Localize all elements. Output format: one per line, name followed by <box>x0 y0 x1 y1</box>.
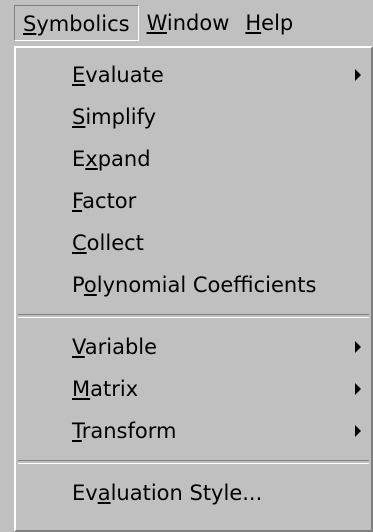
menu-item-expand-pre: E <box>72 147 86 171</box>
menu-item-matrix-accel: M <box>72 377 91 401</box>
menu-item-transform[interactable]: Transform <box>16 410 371 452</box>
menu-group-submenus: Variable Matrix Transform <box>16 326 371 452</box>
menu-item-simplify-rest: implify <box>85 105 157 129</box>
menu-separator <box>18 460 369 464</box>
menu-help-accel: H <box>245 11 262 35</box>
menu-item-matrix[interactable]: Matrix <box>16 368 371 410</box>
menu-separator <box>18 314 369 318</box>
menu-item-factor-rest: actor <box>82 189 137 213</box>
menu-item-collect-accel: C <box>72 231 87 255</box>
menu-window-accel: W <box>146 11 167 35</box>
menu-group-settings: Evaluation Style... <box>16 472 371 514</box>
menu-item-polynomial-coefficients-rest: lynomial Coefficients <box>96 273 317 297</box>
menu-item-factor[interactable]: Factor <box>16 180 371 222</box>
menu-window[interactable]: Window <box>139 5 238 41</box>
menu-item-evaluation-style-accel: a <box>97 481 111 505</box>
menu-item-simplify[interactable]: Simplify <box>16 96 371 138</box>
menu-item-expand[interactable]: Expand <box>16 138 371 180</box>
submenu-arrow-icon <box>355 425 361 437</box>
menu-item-variable-accel: V <box>72 335 85 359</box>
menu-item-evaluation-style-pre: Ev <box>72 481 98 505</box>
submenu-arrow-icon <box>355 383 361 395</box>
menu-symbolics-accel: S <box>23 12 37 36</box>
menu-symbolics[interactable]: Symbolics <box>14 5 139 41</box>
menu-help-rest: elp <box>261 11 294 35</box>
menu-item-expand-accel: x <box>85 147 98 171</box>
menu-item-expand-rest: pand <box>97 147 151 171</box>
submenu-arrow-icon <box>355 69 361 81</box>
menu-item-variable-rest: ariable <box>84 335 158 359</box>
menu-item-matrix-rest: atrix <box>90 377 139 401</box>
menu-item-polynomial-coefficients[interactable]: Polynomial Coefficients <box>16 264 371 306</box>
menu-item-transform-rest: ransform <box>81 419 177 443</box>
menu-help[interactable]: Help <box>237 5 301 41</box>
symbolics-dropdown-menu: Evaluate Simplify Expand Factor Collect … <box>14 46 373 532</box>
menu-window-rest: indow <box>166 11 230 35</box>
menu-item-evaluate-accel: E <box>72 63 86 87</box>
menu-symbolics-rest: ymbolics <box>36 12 130 36</box>
menu-group-operations: Evaluate Simplify Expand Factor Collect … <box>16 48 371 306</box>
menu-item-polynomial-coefficients-pre: P <box>72 273 84 297</box>
menu-item-collect-rest: ollect <box>86 231 144 255</box>
menu-item-polynomial-coefficients-accel: o <box>83 273 97 297</box>
menu-item-factor-accel: F <box>72 189 83 213</box>
submenu-arrow-icon <box>355 341 361 353</box>
menu-item-evaluate-rest: valuate <box>85 63 164 87</box>
menu-item-evaluation-style[interactable]: Evaluation Style... <box>16 472 371 514</box>
menu-item-variable[interactable]: Variable <box>16 326 371 368</box>
menu-item-transform-accel: T <box>72 419 82 443</box>
menu-item-evaluate[interactable]: Evaluate <box>16 54 371 96</box>
menu-item-collect[interactable]: Collect <box>16 222 371 264</box>
menu-item-simplify-accel: S <box>72 105 86 129</box>
menu-bar: Symbolics Window Help <box>0 0 373 46</box>
menu-item-evaluation-style-rest: luation Style... <box>110 481 263 505</box>
